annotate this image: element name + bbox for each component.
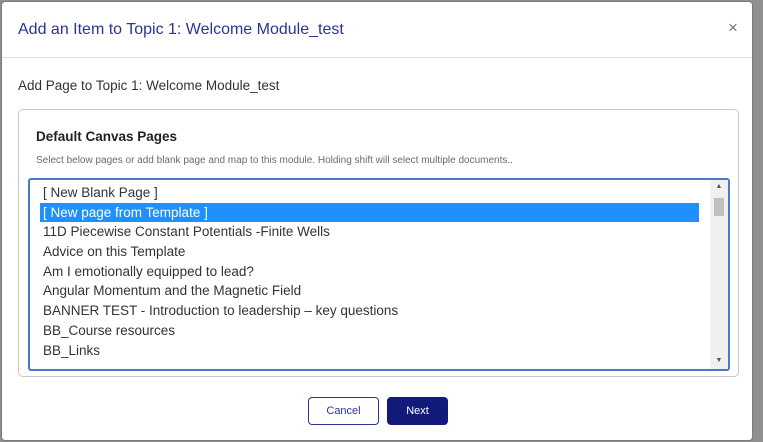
dialog-subtitle: Add Page to Topic 1: Welcome Module_test xyxy=(18,78,280,93)
list-item[interactable]: Angular Momentum and the Magnetic Field xyxy=(30,281,710,301)
listbox-scrollbar[interactable]: ▲ ▼ xyxy=(710,180,728,369)
pages-list: [ New Blank Page ] [ New page from Templ… xyxy=(30,183,710,360)
dialog-title: Add an Item to Topic 1: Welcome Module_t… xyxy=(18,21,344,38)
next-button[interactable]: Next xyxy=(387,397,448,425)
list-item-selected[interactable]: [ New page from Template ] xyxy=(40,202,699,223)
list-item[interactable]: Am I emotionally equipped to lead? xyxy=(30,262,710,282)
scroll-down-icon[interactable]: ▼ xyxy=(710,354,728,368)
list-item[interactable]: Advice on this Template xyxy=(30,242,710,262)
list-item[interactable]: [ New Blank Page ] xyxy=(30,183,710,203)
dialog-header: Add an Item to Topic 1: Welcome Module_t… xyxy=(2,2,752,58)
list-item[interactable]: BANNER TEST - Introduction to leadership… xyxy=(30,301,710,321)
panel-help-text: Select below pages or add blank page and… xyxy=(36,155,513,166)
list-item[interactable]: BB_Course resources xyxy=(30,321,710,341)
default-canvas-pages-panel: Default Canvas Pages Select below pages … xyxy=(18,109,739,377)
close-icon[interactable]: × xyxy=(724,19,742,37)
scroll-up-icon[interactable]: ▲ xyxy=(710,180,728,194)
panel-title: Default Canvas Pages xyxy=(36,129,178,144)
list-item[interactable]: BB_Links xyxy=(30,341,710,361)
pages-listbox[interactable]: [ New Blank Page ] [ New page from Templ… xyxy=(28,178,730,371)
add-item-dialog: Add an Item to Topic 1: Welcome Module_t… xyxy=(2,2,752,440)
list-item[interactable]: 11D Piecewise Constant Potentials -Finit… xyxy=(30,222,710,242)
scroll-thumb[interactable] xyxy=(714,198,724,216)
cancel-button[interactable]: Cancel xyxy=(308,397,379,425)
